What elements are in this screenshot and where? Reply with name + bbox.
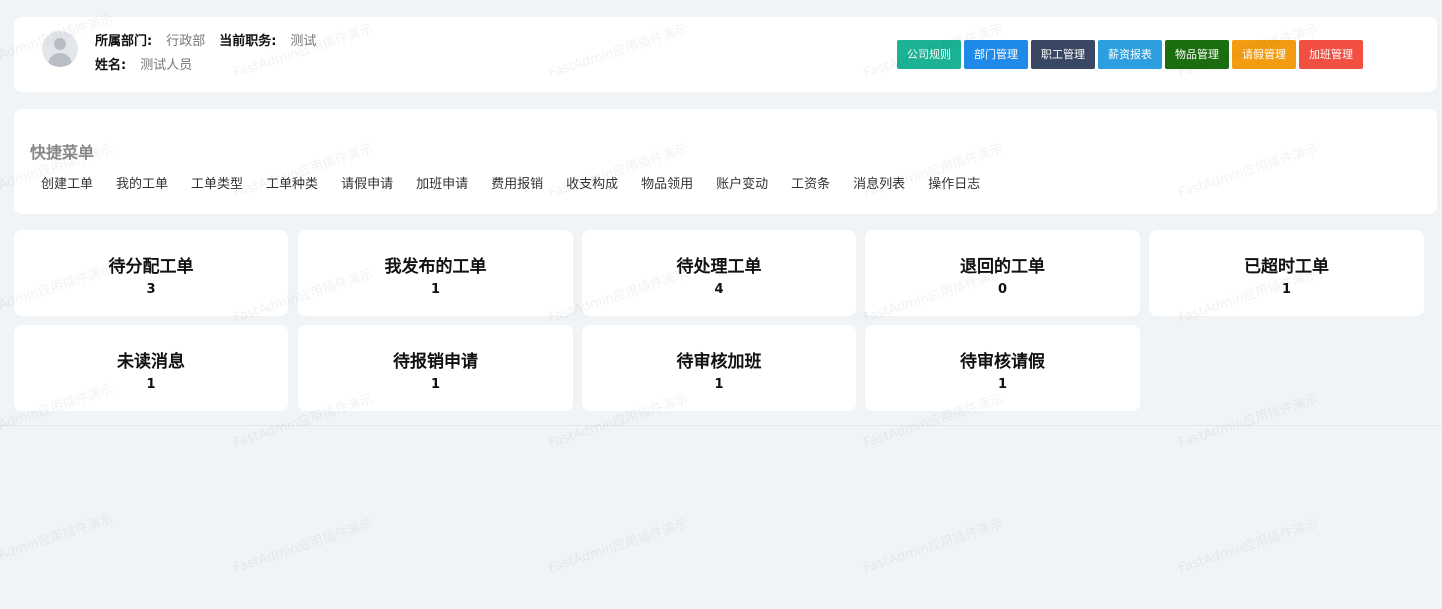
stat-card-pending-process[interactable]: 待处理工单 4 [582, 230, 856, 316]
user-info-row-2: 姓名: 测试人员 [95, 56, 192, 75]
quick-link-leave-request[interactable]: 请假申请 [341, 173, 393, 192]
stat-count: 1 [430, 377, 441, 392]
quick-link-overtime-request[interactable]: 加班申请 [416, 173, 468, 192]
stat-count: 1 [1281, 282, 1292, 297]
company-rules-button[interactable]: 公司规则 [897, 40, 961, 69]
stat-card-pending-leave-review[interactable]: 待审核请假 1 [865, 325, 1140, 411]
stat-count: 1 [430, 282, 441, 297]
quick-menu-title: 快捷菜单 [30, 143, 95, 162]
stat-count: 4 [714, 282, 724, 297]
salary-report-button[interactable]: 薪资报表 [1098, 40, 1162, 69]
name-value: 测试人员 [140, 58, 193, 73]
avatar [42, 31, 78, 67]
stat-card-overdue[interactable]: 已超时工单 1 [1149, 230, 1424, 316]
quick-link-create-ticket[interactable]: 创建工单 [41, 173, 93, 192]
stat-title: 待分配工单 [108, 257, 194, 277]
quick-link-ticket-types[interactable]: 工单类型 [191, 173, 243, 192]
admin-button-group: 公司规则 部门管理 职工管理 薪资报表 物品管理 请假管理 加班管理 [897, 40, 1363, 69]
stat-title: 已超时工单 [1244, 257, 1329, 277]
quick-link-message-list[interactable]: 消息列表 [853, 173, 905, 192]
stat-count: 1 [714, 377, 724, 392]
watermark-text: FastAdmin应用插件演示 [546, 516, 690, 577]
quick-link-income-expense[interactable]: 收支构成 [566, 173, 618, 192]
watermark-text: FastAdmin应用插件演示 [231, 516, 375, 577]
dept-value: 行政部 [166, 34, 206, 49]
dept-label: 所属部门: [95, 34, 153, 49]
leave-management-button[interactable]: 请假管理 [1232, 40, 1296, 69]
stat-card-returned[interactable]: 退回的工单 0 [865, 230, 1140, 316]
quick-link-account-changes[interactable]: 账户变动 [716, 173, 768, 192]
quick-menu-links: 创建工单 我的工单 工单类型 工单种类 请假申请 加班申请 费用报销 收支构成 … [41, 173, 980, 192]
watermark-text: FastAdmin应用插件演示 [0, 511, 115, 572]
stat-title: 我发布的工单 [384, 257, 487, 277]
content-divider [0, 425, 1442, 426]
stat-title: 待处理工单 [676, 257, 762, 277]
user-info-card: 所属部门: 行政部 当前职务: 测试 姓名: 测试人员 公司规则 部门管理 职工管理 薪… [14, 17, 1437, 92]
position-label: 当前职务: [219, 34, 277, 49]
position-value: 测试 [290, 34, 317, 49]
department-management-button[interactable]: 部门管理 [964, 40, 1028, 69]
stat-title: 待审核加班 [676, 352, 762, 372]
stat-count: 0 [997, 282, 1008, 297]
stat-card-my-published[interactable]: 我发布的工单 1 [298, 230, 573, 316]
quick-link-operation-log[interactable]: 操作日志 [928, 173, 980, 192]
stat-title: 待报销申请 [393, 352, 478, 372]
goods-management-button[interactable]: 物品管理 [1165, 40, 1229, 69]
quick-link-goods-requisition[interactable]: 物品领用 [641, 173, 693, 192]
watermark-text: FastAdmin应用插件演示 [1176, 391, 1320, 452]
watermark-text: FastAdmin应用插件演示 [861, 516, 1005, 577]
stat-count: 1 [146, 377, 156, 392]
quick-link-expense-claim[interactable]: 费用报销 [491, 173, 543, 192]
staff-management-button[interactable]: 职工管理 [1031, 40, 1095, 69]
watermark-text: FastAdmin应用插件演示 [1176, 516, 1320, 577]
quick-link-ticket-kinds[interactable]: 工单种类 [266, 173, 318, 192]
stat-card-unread-messages[interactable]: 未读消息 1 [14, 325, 288, 411]
stat-count: 1 [997, 377, 1008, 392]
stat-title: 退回的工单 [960, 257, 1045, 277]
stat-title: 未读消息 [117, 352, 185, 372]
quick-link-my-tickets[interactable]: 我的工单 [116, 173, 168, 192]
stat-card-pending-overtime-review[interactable]: 待审核加班 1 [582, 325, 856, 411]
name-label: 姓名: [95, 58, 127, 73]
stat-title: 待审核请假 [960, 352, 1045, 372]
user-info-row-1: 所属部门: 行政部 当前职务: 测试 [95, 32, 316, 51]
stat-count: 3 [146, 282, 156, 297]
stat-card-pending-reimbursement[interactable]: 待报销申请 1 [298, 325, 573, 411]
quick-menu-card: 快捷菜单 创建工单 我的工单 工单类型 工单种类 请假申请 加班申请 费用报销 … [14, 109, 1437, 214]
overtime-management-button[interactable]: 加班管理 [1299, 40, 1363, 69]
stat-card-pending-assign[interactable]: 待分配工单 3 [14, 230, 288, 316]
quick-link-payslip[interactable]: 工资条 [791, 173, 830, 192]
